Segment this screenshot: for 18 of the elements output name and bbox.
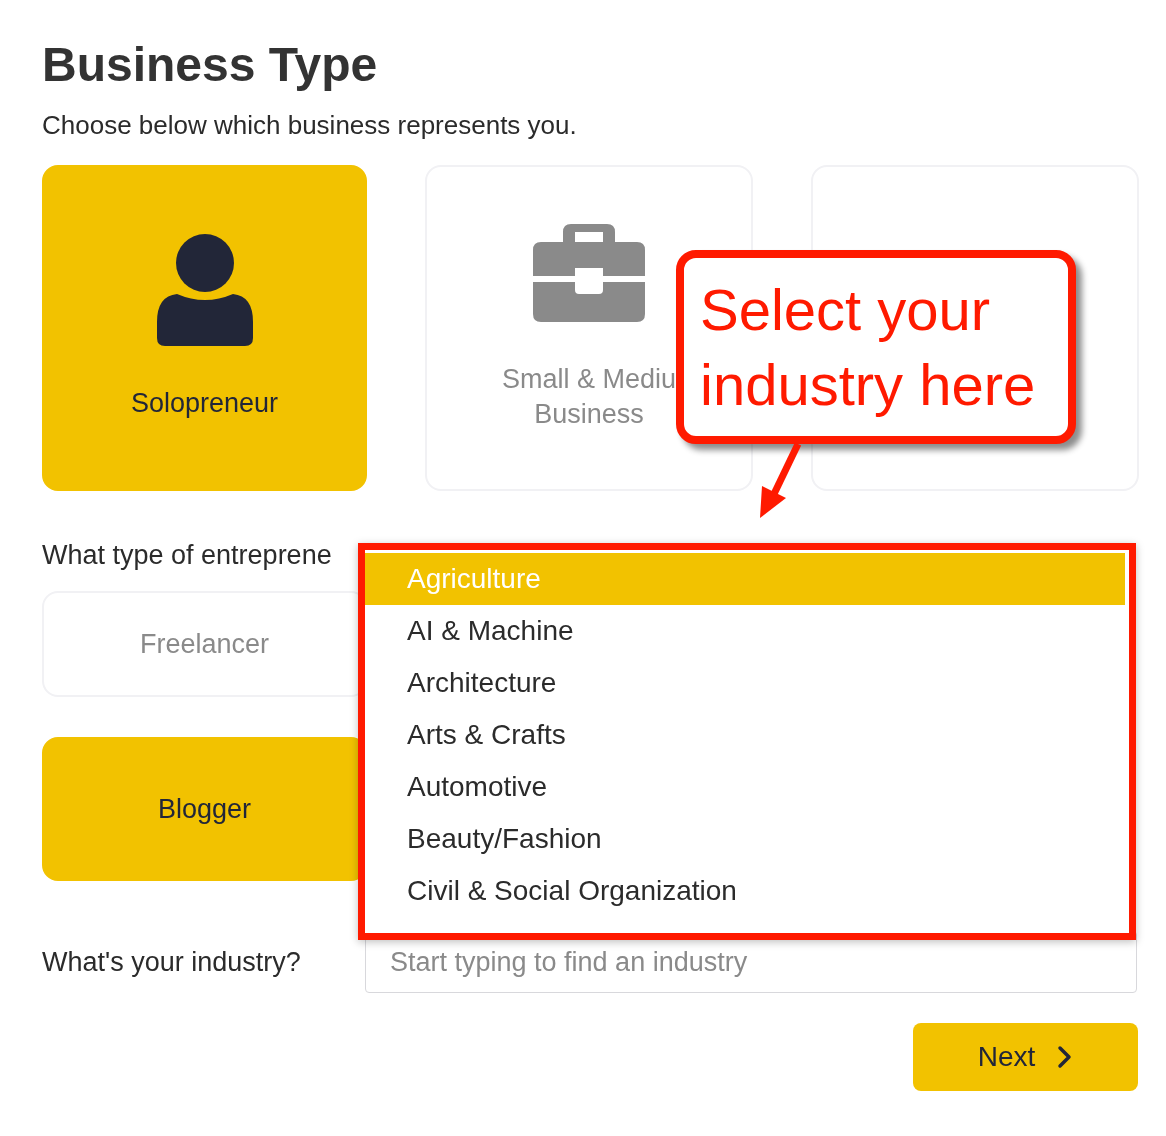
business-type-card[interactable]: Solopreneur (42, 164, 367, 491)
card-label: Small & Mediu (501, 362, 677, 396)
dropdown-option[interactable]: Beauty/Fashion (365, 813, 1125, 865)
question-label: What type of entreprene (42, 538, 333, 572)
briefcase-icon (533, 223, 645, 322)
question-label: What's your industry? (42, 946, 302, 978)
page-subtitle: Choose below which business represents you. (42, 109, 578, 141)
dropdown-option[interactable]: Arts & Crafts (365, 709, 1125, 761)
page-title: Business Type (42, 37, 379, 93)
card-label: Solopreneur (130, 387, 279, 421)
dropdown-option[interactable]: Civil & Social Organization (365, 865, 1125, 917)
dropdown-option[interactable]: Automotive (365, 761, 1125, 813)
dropdown-option[interactable]: Architecture (365, 657, 1125, 709)
chevron-right-icon (1057, 1045, 1074, 1070)
person-icon (154, 234, 255, 347)
next-button[interactable]: Next (913, 1023, 1138, 1092)
dropdown-option[interactable]: AI & Machine (365, 605, 1125, 657)
card-label: Business (534, 397, 644, 431)
